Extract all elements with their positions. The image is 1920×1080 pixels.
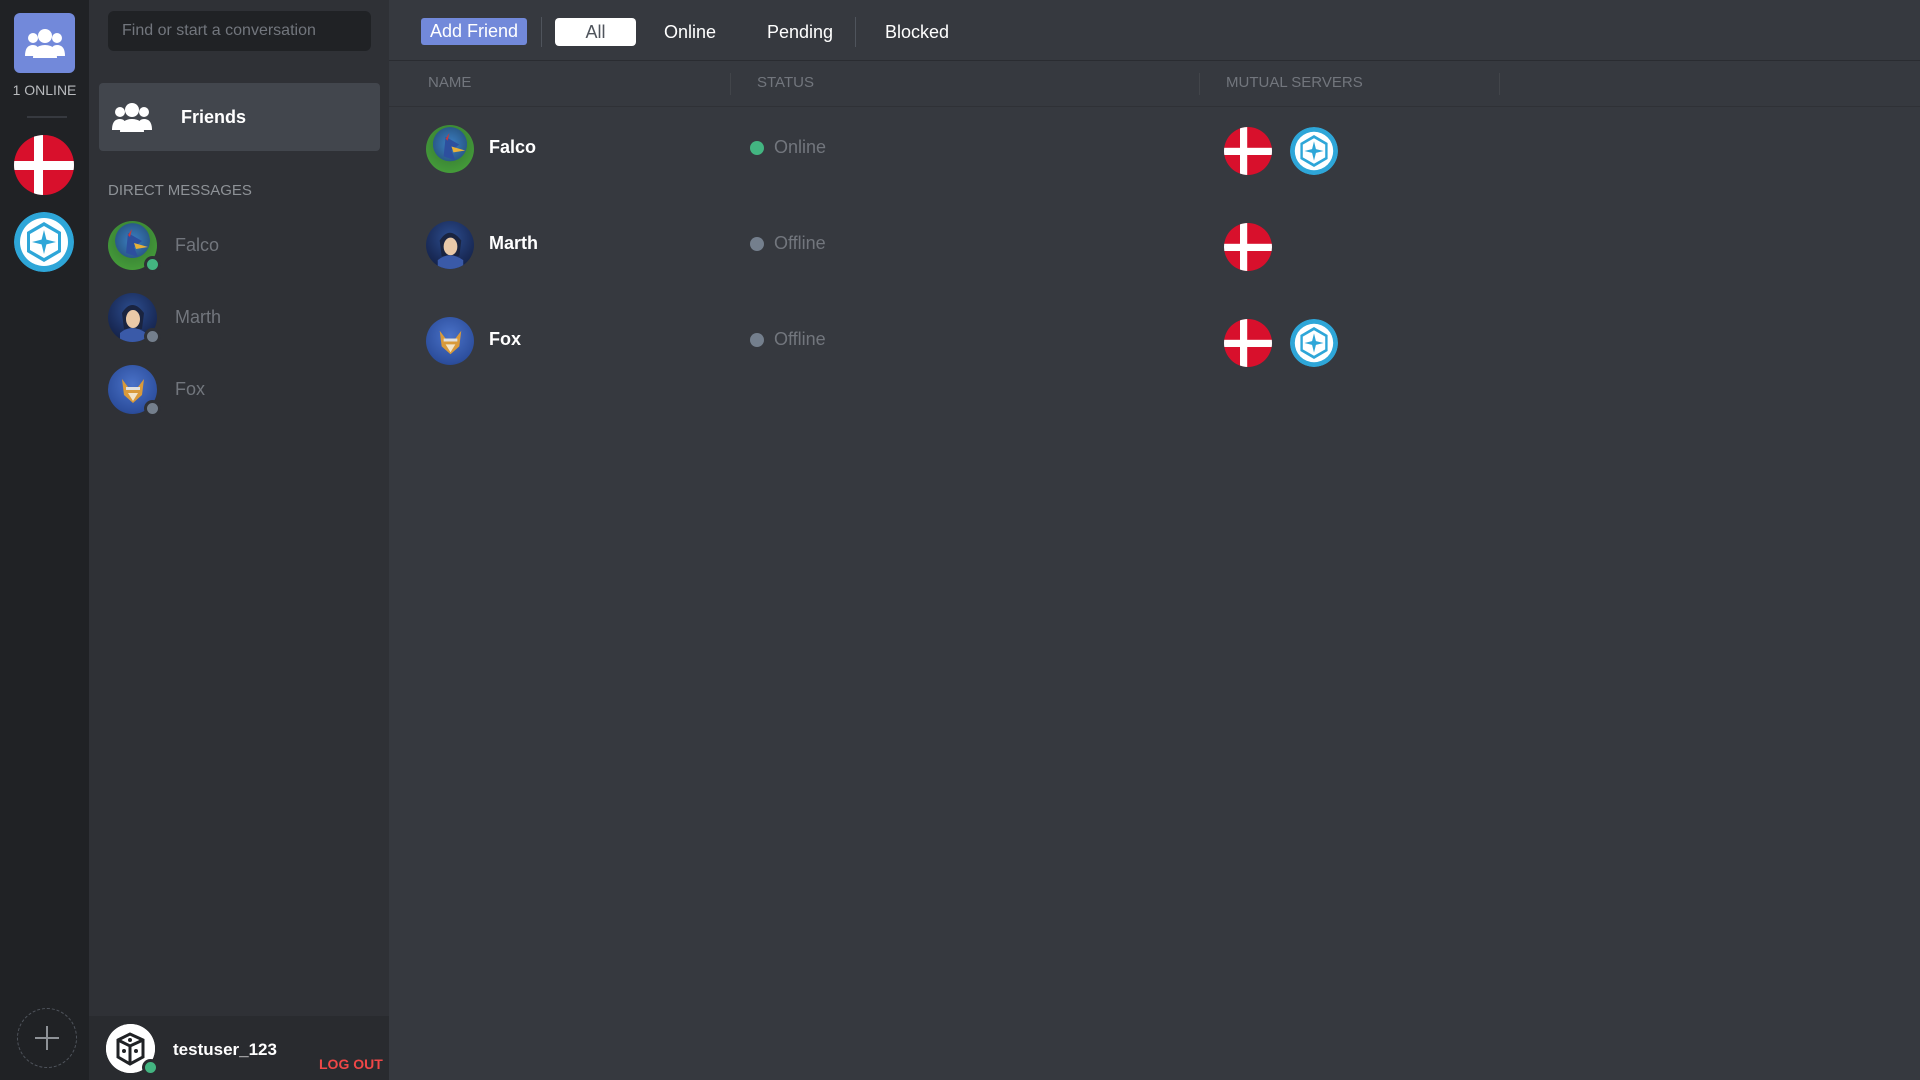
denmark-flag-icon [14, 135, 74, 195]
friends-toolbar: Add Friend All Online Pending Blocked [389, 0, 1920, 61]
status-text: Offline [774, 329, 826, 349]
header-divider [389, 106, 1920, 107]
dm-name: Fox [175, 378, 206, 399]
friend-status: Offline [750, 329, 826, 350]
column-divider [730, 73, 731, 95]
mutual-servers [1224, 319, 1338, 367]
avatar [426, 221, 474, 269]
home-button[interactable] [14, 13, 75, 73]
compass-badge-icon [1290, 127, 1338, 175]
avatar [108, 220, 161, 273]
online-count: 1 ONLINE [12, 82, 77, 98]
avatar [426, 317, 474, 365]
offline-status-indicator [144, 327, 161, 345]
server-compass[interactable] [1290, 127, 1338, 175]
table-row[interactable]: Falco Online [389, 115, 1920, 183]
status-text: Offline [774, 233, 826, 253]
toolbar-divider [541, 17, 542, 47]
table-row[interactable]: Marth Offline [389, 211, 1920, 279]
server-compass[interactable] [14, 212, 74, 272]
tab-all[interactable]: All [555, 18, 636, 46]
friend-name: Fox [489, 329, 522, 349]
user-avatar[interactable] [106, 1024, 159, 1076]
status-text: Online [774, 137, 827, 157]
dm-name: Falco [175, 234, 220, 255]
dm-header: DIRECT MESSAGES [108, 182, 252, 199]
mutual-servers [1224, 127, 1338, 175]
compass-badge-icon [14, 212, 74, 272]
search-input[interactable] [108, 11, 371, 51]
column-header-name[interactable]: NAME [428, 74, 471, 91]
online-status-indicator [144, 255, 161, 273]
friends-icon [24, 29, 65, 58]
username: testuser_123 [173, 1040, 277, 1059]
compass-badge-icon [1290, 319, 1338, 367]
tab-online[interactable]: Online [664, 18, 716, 46]
server-compass[interactable] [1290, 319, 1338, 367]
rail-divider [27, 116, 67, 118]
column-header-status[interactable]: STATUS [757, 74, 814, 91]
server-denmark[interactable] [14, 135, 74, 195]
avatar [108, 364, 161, 417]
channel-sidebar: Friends DIRECT MESSAGES Falco Marth [89, 0, 389, 1080]
online-status-indicator [142, 1059, 159, 1076]
avatar [108, 292, 161, 345]
server-denmark[interactable] [1224, 223, 1272, 271]
column-header-mutual-servers[interactable]: MUTUAL SERVERS [1226, 74, 1363, 91]
server-denmark[interactable] [1224, 319, 1272, 367]
dm-item-marth[interactable]: Marth [108, 289, 378, 345]
server-denmark[interactable] [1224, 127, 1272, 175]
dm-name: Marth [175, 306, 222, 327]
dm-item-fox[interactable]: Fox [108, 361, 378, 417]
denmark-flag-icon [1224, 127, 1272, 175]
dm-item-falco[interactable]: Falco [108, 217, 378, 273]
offline-status-indicator [750, 332, 764, 347]
column-divider [1499, 73, 1500, 95]
table-row[interactable]: Fox Offline [389, 307, 1920, 375]
online-status-indicator [750, 140, 764, 155]
offline-status-indicator [144, 399, 161, 417]
friend-status: Offline [750, 233, 826, 254]
column-divider [1199, 73, 1200, 95]
friend-name: Falco [489, 137, 537, 157]
friends-label: Friends [181, 106, 247, 127]
user-panel: testuser_123 LOG OUT [89, 1016, 389, 1080]
sidebar-item-friends[interactable]: Friends [99, 83, 380, 151]
friend-status: Online [750, 137, 826, 158]
tab-pending[interactable]: Pending [767, 18, 833, 46]
friend-name: Marth [489, 233, 538, 253]
offline-status-indicator [750, 236, 764, 251]
denmark-flag-icon [1224, 319, 1272, 367]
plus-icon [35, 1026, 59, 1050]
mutual-servers [1224, 223, 1272, 271]
server-rail: 1 ONLINE [0, 0, 89, 1080]
friends-icon [111, 96, 153, 138]
denmark-flag-icon [1224, 223, 1272, 271]
add-friend-button[interactable]: Add Friend [421, 18, 527, 45]
avatar [426, 125, 474, 173]
toolbar-divider [855, 17, 856, 47]
logout-button[interactable]: LOG OUT [319, 1056, 383, 1072]
friends-main: Add Friend All Online Pending Blocked NA… [389, 0, 1920, 1080]
tab-blocked[interactable]: Blocked [885, 18, 949, 46]
add-server-button[interactable] [17, 1008, 77, 1068]
